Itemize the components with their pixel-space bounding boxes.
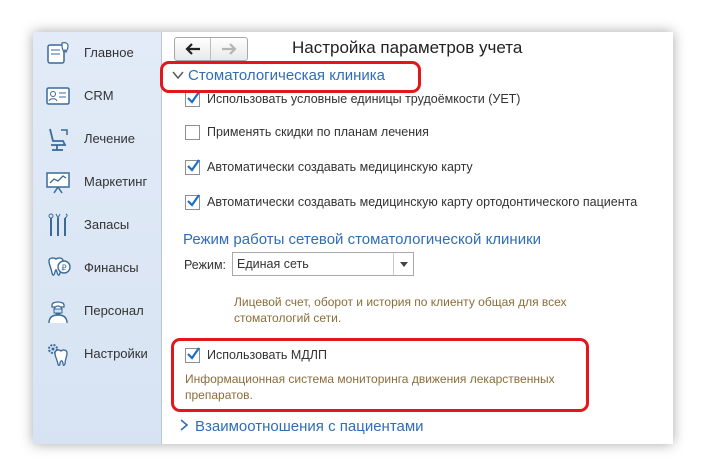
svg-text:₽: ₽ — [62, 264, 67, 273]
tooth-coin-icon: ₽ — [48, 257, 71, 276]
checkmark-icon — [187, 193, 200, 207]
option-label: Использовать МДЛП — [207, 348, 327, 362]
group-title: Стоматологическая клиника — [188, 67, 385, 84]
sidebar-item-label: Персонал — [84, 303, 144, 318]
checkbox-discounts[interactable] — [185, 124, 200, 140]
option-label: Автоматически создавать медицинскую карт… — [207, 195, 638, 209]
option-uet: Использовать условные единицы трудоёмкос… — [185, 90, 520, 108]
sidebar-item-label: Запасы — [84, 217, 130, 232]
checkbox-mdlp[interactable] — [185, 346, 200, 363]
sidebar-item-finance[interactable]: ₽ Финансы — [33, 249, 161, 289]
doctor-icon — [48, 301, 68, 324]
checkbox-uet[interactable] — [185, 90, 200, 107]
group-patient-relations-toggle[interactable]: Взаимоотношения с пациентами — [179, 418, 424, 435]
option-label: Использовать условные единицы трудоёмкос… — [207, 92, 521, 106]
tooth-gear-icon — [48, 344, 68, 367]
sidebar-item-main[interactable]: Главное — [33, 34, 161, 74]
option-discounts: Применять скидки по планам лечения — [185, 123, 429, 141]
forward-button[interactable] — [211, 38, 246, 60]
option-mdlp: Использовать МДЛП — [185, 346, 327, 364]
sidebar-item-settings[interactable]: Настройки — [33, 335, 161, 375]
mode-select-value: Единая сеть — [237, 257, 309, 271]
option-auto-ortho-card: Автоматически создавать медицинскую карт… — [185, 193, 637, 211]
presentation-board-icon — [46, 172, 70, 194]
sidebar-item-label: Лечение — [84, 131, 136, 146]
mdlp-hint-line: препаратов. — [185, 388, 253, 402]
dropdown-arrow-icon — [399, 261, 408, 267]
mdlp-hint-line: Информационная система мониторинга движе… — [185, 372, 555, 386]
sidebar-item-stock[interactable]: Запасы — [33, 206, 161, 246]
arrow-right-icon — [221, 43, 237, 55]
main-panel: Настройка параметров учета Стоматологиче… — [162, 32, 673, 444]
crm-card-icon — [46, 87, 70, 105]
sidebar-item-label: CRM — [84, 88, 114, 103]
dental-chair-icon — [49, 128, 68, 151]
checkmark-icon — [187, 346, 200, 360]
mode-select[interactable]: Единая сеть — [232, 252, 414, 276]
sidebar-item-staff[interactable]: Персонал — [33, 292, 161, 332]
group-title: Взаимоотношения с пациентами — [195, 418, 424, 435]
option-auto-card: Автоматически создавать медицинскую карт… — [185, 158, 473, 176]
sidebar-item-label: Маркетинг — [84, 174, 148, 189]
window: Главное CRM Лечение Маркетинг Запасы ₽ Ф… — [33, 32, 673, 444]
network-hint-line: стоматологий сети. — [234, 311, 342, 325]
option-label: Автоматически создавать медицинскую карт… — [207, 160, 473, 174]
sidebar-item-marketing[interactable]: Маркетинг — [33, 163, 161, 203]
group-dental-clinic-toggle[interactable]: Стоматологическая клиника — [172, 67, 385, 84]
sidebar-item-label: Финансы — [84, 260, 139, 275]
option-label: Применять скидки по планам лечения — [207, 125, 429, 139]
mdlp-hint: Информационная система мониторинга движе… — [185, 371, 555, 403]
dropdown-button[interactable] — [393, 253, 413, 275]
chevron-down-icon — [172, 71, 184, 80]
network-hint: Лицевой счет, оборот и история по клиент… — [234, 294, 567, 326]
arrow-left-icon — [184, 43, 200, 55]
sidebar-item-label: Главное — [84, 45, 134, 60]
sidebar-item-label: Настройки — [84, 346, 148, 361]
dental-tools-icon — [48, 213, 68, 236]
network-hint-line: Лицевой счет, оборот и история по клиент… — [234, 295, 567, 309]
checkmark-icon — [187, 90, 200, 104]
sidebar-item-crm[interactable]: CRM — [33, 77, 161, 117]
sidebar-item-treatment[interactable]: Лечение — [33, 120, 161, 160]
checkmark-icon — [187, 158, 200, 172]
page-title: Настройка параметров учета — [292, 38, 523, 57]
back-button[interactable] — [175, 38, 211, 60]
mode-label: Режим: — [184, 258, 227, 272]
network-section-title: Режим работы сетевой стоматологической к… — [183, 231, 542, 248]
sidebar: Главное CRM Лечение Маркетинг Запасы ₽ Ф… — [33, 32, 162, 444]
home-tooth-icon — [47, 42, 69, 64]
checkbox-auto-card[interactable] — [185, 158, 200, 175]
chevron-right-icon — [180, 419, 189, 431]
checkbox-auto-ortho-card[interactable] — [185, 193, 200, 210]
history-nav — [174, 37, 248, 61]
